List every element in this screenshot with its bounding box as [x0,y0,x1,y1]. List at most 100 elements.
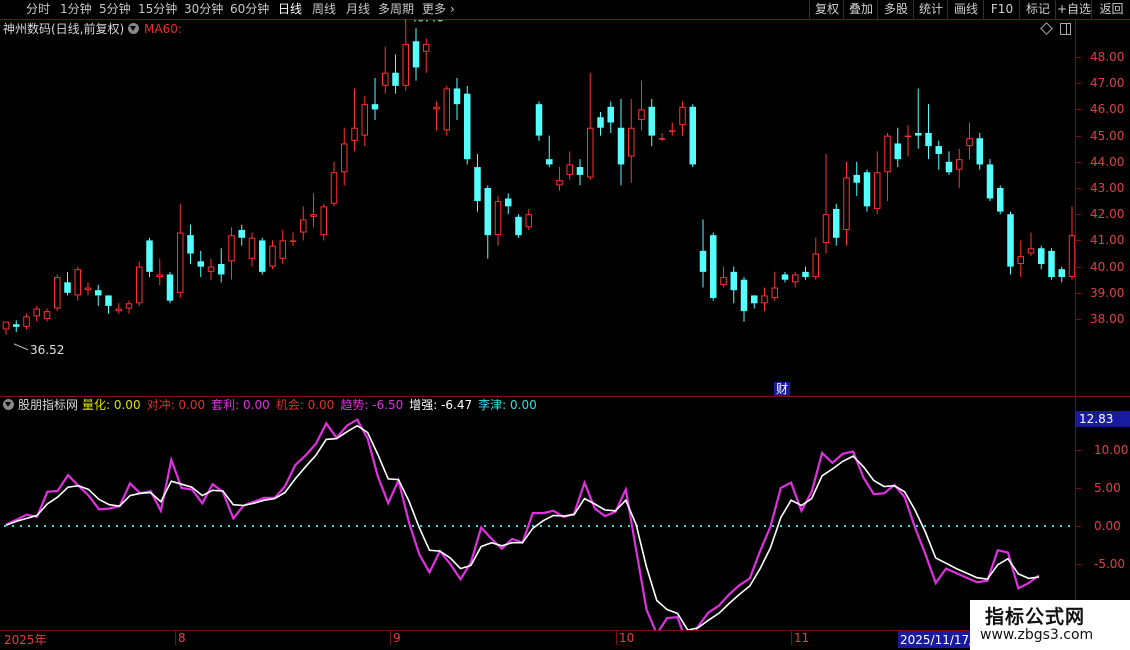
zero-line-dot [916,525,918,527]
period-tab-0[interactable]: 分时 [26,2,50,16]
price-tick [1076,292,1081,294]
trend-line [5,418,1040,630]
price-axis-label: 40.00 [1090,259,1125,274]
candle [228,227,235,280]
zero-line-dot [204,525,206,527]
zero-line-dot [1068,525,1070,527]
period-tab-1[interactable]: 1分钟 [60,2,92,16]
candle [997,185,1004,215]
toolbar-button-5[interactable]: F10 [983,0,1020,19]
zero-line-dot [500,525,502,527]
zero-line-dot [932,525,934,527]
indicator-tick [1076,564,1081,565]
candle [269,240,276,270]
zero-line-dot [308,525,310,527]
zero-line-dot [12,525,14,527]
period-tab-3[interactable]: 15分钟 [138,2,177,16]
zero-line-dot [996,525,998,527]
candle [863,169,871,212]
toolbar-button-2[interactable]: 多股 [877,0,914,19]
zero-line-dot [724,525,726,527]
zero-line-dot [628,525,630,527]
price-axis-label: 45.00 [1090,128,1125,143]
zero-line-dot [948,525,950,527]
zero-line-dot [524,525,526,527]
period-tab-6[interactable]: 日线 [278,2,302,16]
zero-line-dot [124,525,126,527]
candle [64,271,71,296]
toolbar-button-6[interactable]: 标记 [1019,0,1056,19]
candle [597,112,604,136]
zero-line-dot [828,525,830,527]
date-tick [390,631,391,645]
candlestick-chart[interactable]: 49.40 36.52 财 [0,20,1075,396]
candle [986,159,994,202]
period-tab-7[interactable]: 周线 [312,2,336,16]
candle [146,237,153,278]
zero-line-dot [76,525,78,527]
toolbar-button-0[interactable]: 复权 [809,0,844,19]
indicator-chart[interactable] [0,397,1075,630]
period-tab-2[interactable]: 5分钟 [99,2,131,16]
indicator-tick [1076,488,1081,489]
high-price-label: 49.40 [410,20,444,24]
zero-line-dot [596,525,598,527]
zero-line-dot [652,525,654,527]
zero-line-dot [1004,525,1006,527]
period-tab-10[interactable]: 更多 [422,2,446,16]
candle [556,167,563,191]
period-tab-9[interactable]: 多周期 [378,2,414,16]
zero-line-dot [676,525,678,527]
zero-line-dot [716,525,718,527]
zero-line-dot [340,525,342,527]
toolbar-button-7[interactable]: +自选 [1055,0,1092,19]
candle [874,151,881,215]
candle [689,104,696,168]
toolbar-button-8[interactable]: 返回 [1091,0,1130,19]
finance-marker-label[interactable]: 财 [776,382,788,396]
zero-line-dot [164,525,166,527]
zero-line-dot [732,525,734,527]
zero-line-dot [620,525,622,527]
zero-line-dot [364,525,366,527]
period-tab-5[interactable]: 60分钟 [230,2,269,16]
candle [607,101,614,133]
price-tick [1076,135,1081,137]
zero-line-dot [380,525,382,527]
zero-line-dot [316,525,318,527]
candle [730,266,737,304]
candle [484,185,491,259]
zero-line-dot [388,525,390,527]
candle [310,193,317,228]
candle [433,101,440,131]
candle [13,320,20,333]
zero-line-dot [436,525,438,527]
zero-line-dot [748,525,750,527]
toolbar-button-3[interactable]: 统计 [913,0,948,19]
candle [894,127,901,168]
zero-line-dot [492,525,494,527]
chevron-right-icon[interactable]: › [450,2,455,16]
candle [576,159,584,186]
period-tab-8[interactable]: 月线 [346,2,370,16]
price-axis-label: 38.00 [1090,312,1125,326]
candle [166,271,174,304]
zero-line-dot [884,525,886,527]
zero-line-dot [780,525,782,527]
candle [802,266,809,280]
candle [371,77,379,120]
zero-line-dot [140,525,142,527]
price-tick [1076,161,1081,163]
period-tab-4[interactable]: 30分钟 [184,2,223,16]
candle [74,266,81,301]
candle [125,300,133,314]
candle [95,284,102,306]
price-axis-label: 41.00 [1090,233,1125,248]
candle [710,232,717,301]
toolbar-button-4[interactable]: 画线 [947,0,984,19]
candle [279,229,286,264]
toolbar-button-1[interactable]: 叠加 [843,0,878,19]
zero-line-dot [236,525,238,527]
candle [1048,248,1055,280]
zero-line-dot [820,525,822,527]
